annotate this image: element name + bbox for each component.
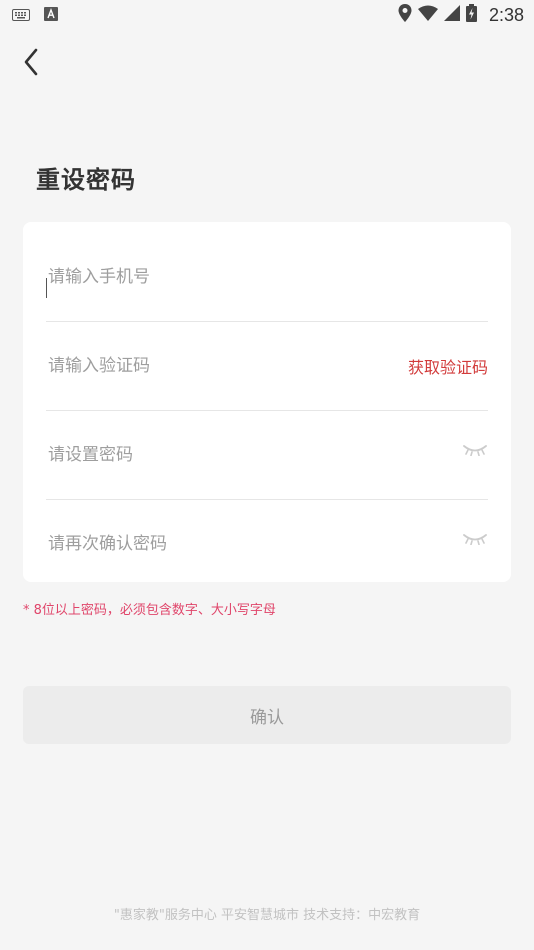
eye-closed-icon	[463, 530, 487, 549]
status-right-icons: 2:38	[398, 4, 524, 26]
text-caret	[46, 278, 47, 298]
footer-credits: "惠家教"服务中心 平安智慧城市 技术支持：中宏教育	[113, 908, 421, 923]
password-visibility-toggle[interactable]	[462, 440, 488, 460]
location-icon	[398, 4, 412, 26]
keyboard-icon	[12, 6, 30, 25]
get-code-button[interactable]: 获取验证码	[408, 321, 488, 410]
phone-input[interactable]	[46, 232, 406, 321]
confirm-password-row	[46, 499, 488, 588]
code-row: 获取验证码	[46, 321, 488, 411]
chevron-left-icon	[23, 48, 39, 80]
reset-password-form: 获取验证码	[23, 222, 511, 588]
battery-charging-icon	[465, 4, 477, 26]
phone-row	[46, 232, 488, 322]
verification-code-input[interactable]	[46, 321, 406, 410]
status-bar: 2:38	[0, 0, 534, 28]
status-time: 2:38	[488, 4, 524, 25]
font-icon	[44, 6, 58, 25]
page-title: 重设密码	[36, 166, 136, 194]
password-hint: * 8位以上密码，必须包含数字、大小写字母	[23, 603, 276, 618]
back-button[interactable]	[14, 46, 48, 82]
status-left-icons	[12, 6, 58, 25]
eye-closed-icon	[463, 441, 487, 460]
password-row	[46, 410, 488, 500]
confirm-password-input[interactable]	[46, 499, 406, 588]
password-input[interactable]	[46, 410, 406, 499]
confirm-password-visibility-toggle[interactable]	[462, 529, 488, 549]
signal-icon	[443, 5, 460, 25]
confirm-button[interactable]: 确认	[23, 686, 511, 744]
wifi-icon	[417, 5, 438, 25]
